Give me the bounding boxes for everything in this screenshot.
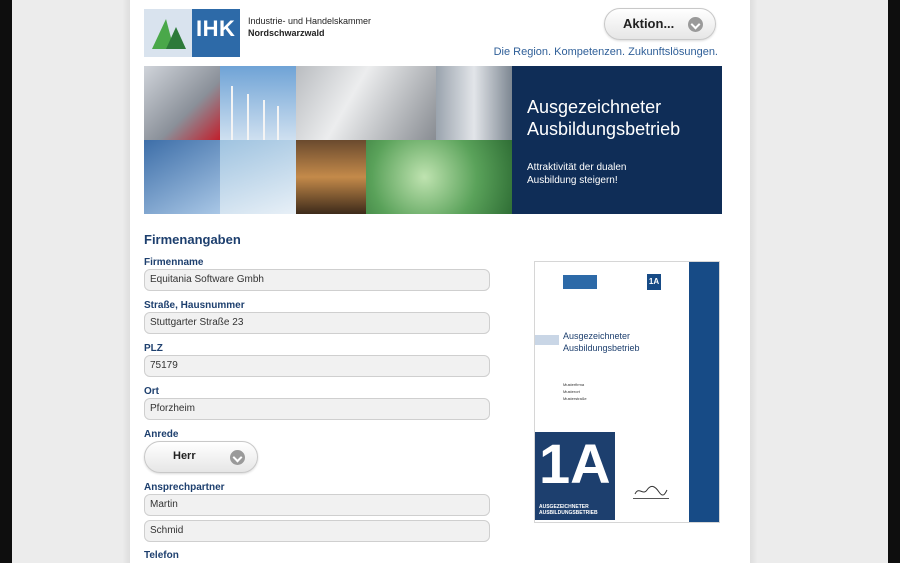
plz-field[interactable]: 75179: [144, 355, 490, 377]
ansprechpartner-label: Ansprechpartner: [144, 482, 225, 493]
banner-image-stent: [220, 140, 296, 214]
ihk-logo[interactable]: IHK Industrie- und Handelskammer Nordsch…: [144, 9, 371, 57]
nachname-field[interactable]: Schmid: [144, 520, 490, 542]
certificate-preview: 1A Ausgezeichneter Ausbildungsbetrieb Mu…: [534, 261, 720, 523]
certificate-badge-large: 1A AUSGEZEICHNETER AUSBILDUNGSBETRIEB: [535, 432, 615, 520]
banner-title-line1: Ausgezeichneter: [527, 97, 662, 117]
ihk-logo-line2: Nordschwarzwald: [248, 28, 325, 38]
page-shadow-left: [122, 0, 130, 563]
certificate-blue-stripe: [689, 262, 719, 522]
banner-image-machine: [436, 66, 512, 140]
banner-title: Ausgezeichneter Ausbildungsbetrieb: [527, 96, 680, 140]
page-content: IHK Industrie- und Handelskammer Nordsch…: [130, 0, 750, 563]
ort-label: Ort: [144, 386, 159, 397]
certificate-title-line2: Ausbildungsbetrieb: [563, 343, 640, 353]
strasse-label: Straße, Hausnummer: [144, 300, 245, 311]
banner-image-solar: [144, 140, 220, 214]
certificate-ihk-logo-icon: [563, 275, 597, 289]
banner-subtitle: Attraktivität der dualen Ausbildung stei…: [527, 161, 627, 187]
strasse-field[interactable]: Stuttgarter Straße 23: [144, 312, 490, 334]
banner-title-line2: Ausbildungsbetrieb: [527, 119, 681, 139]
certificate-title: Ausgezeichneter Ausbildungsbetrieb: [563, 330, 640, 354]
screen: IHK Industrie- und Handelskammer Nordsch…: [12, 0, 888, 563]
banner-image-interior: [296, 140, 366, 214]
certificate-badge-small: 1A: [647, 274, 661, 290]
certificate-addr1: Musterfirma: [563, 382, 585, 387]
certificate-addr2: Musterort: [563, 389, 580, 394]
certificate-title-line1: Ausgezeichneter: [563, 331, 631, 341]
banner-image-windmills: [220, 66, 296, 140]
certificate-addr3: Musterstraße: [563, 396, 587, 401]
certificate-accent-bar: [535, 335, 559, 345]
ihk-logo-line1: Industrie- und Handelskammer: [248, 16, 372, 26]
banner-subtitle-line1: Attraktivität der dualen: [527, 162, 627, 173]
device-bezel-left: [0, 0, 12, 563]
chevron-down-icon: [688, 17, 703, 32]
chevron-down-icon: [230, 450, 245, 465]
plz-label: PLZ: [144, 343, 163, 354]
vorname-field[interactable]: Martin: [144, 494, 490, 516]
certificate-caption-line2: AUSBILDUNGSBETRIEB: [539, 510, 598, 516]
banner-subtitle-line2: Ausbildung steigern!: [527, 175, 618, 186]
page-shadow-right: [750, 0, 758, 563]
certificate-badge-caption: AUSGEZEICHNETER AUSBILDUNGSBETRIEB: [539, 504, 598, 516]
banner-image-metal: [296, 66, 436, 140]
ort-field[interactable]: Pforzheim: [144, 398, 490, 420]
action-menu-label: Aktion...: [623, 16, 675, 31]
anrede-select[interactable]: Herr: [144, 441, 258, 473]
hero-banner: Ausgezeichneter Ausbildungsbetrieb Attra…: [144, 66, 722, 214]
section-title: Firmenangaben: [144, 232, 241, 247]
anrede-select-value: Herr: [173, 450, 196, 462]
banner-image-car: [144, 66, 220, 140]
ihk-logo-mark-icon: [144, 9, 192, 57]
firmenname-label: Firmenname: [144, 257, 204, 268]
certificate-signature-icon: [633, 484, 669, 499]
ihk-logo-text: IHK: [196, 16, 236, 41]
banner-image-leaf: [366, 140, 512, 214]
tagline: Die Region. Kompetenzen. Zukunftslösunge…: [493, 46, 718, 58]
action-menu-button[interactable]: Aktion...: [604, 8, 716, 40]
device-bezel-right: [888, 0, 900, 563]
firmenname-field[interactable]: Equitania Software Gmbh: [144, 269, 490, 291]
telefon-label: Telefon: [144, 550, 179, 561]
certificate-badge-text: 1A: [539, 432, 611, 495]
anrede-label: Anrede: [144, 429, 179, 440]
